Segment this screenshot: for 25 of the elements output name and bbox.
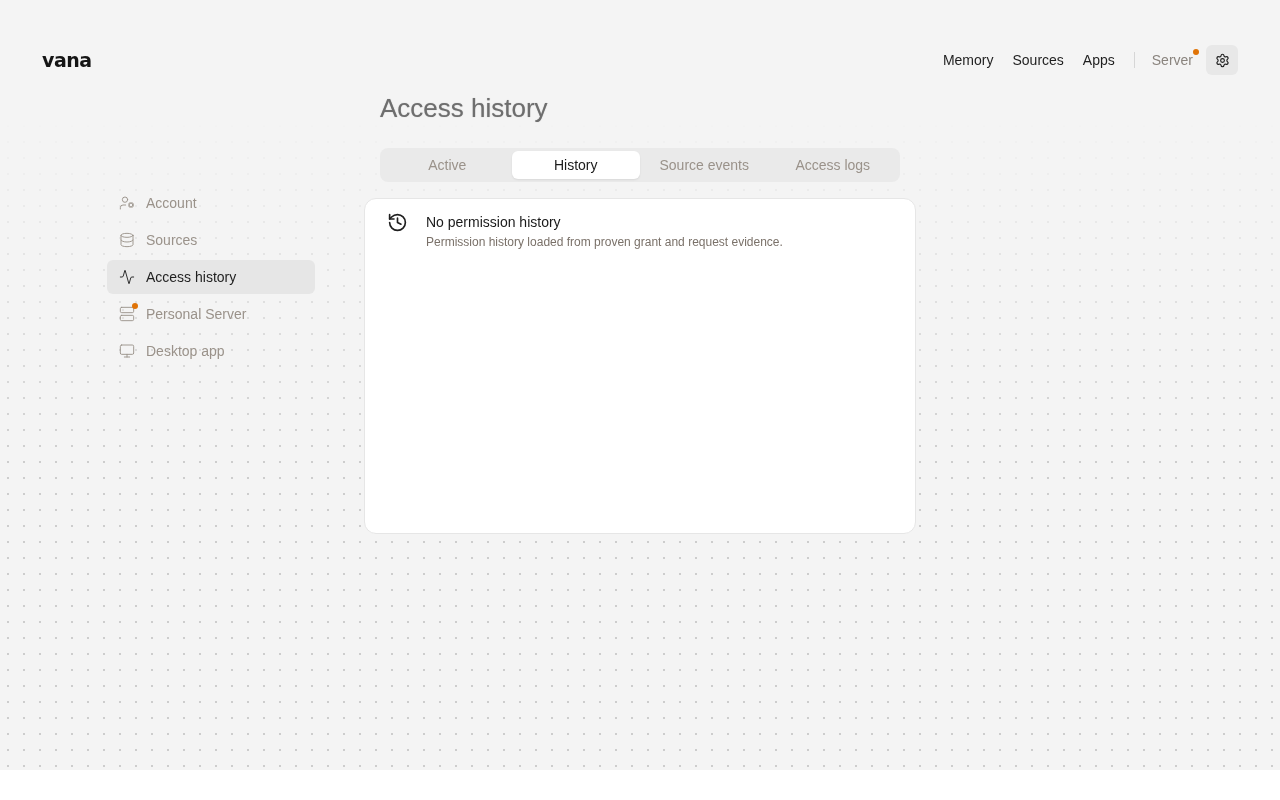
tab[interactable]: Source events xyxy=(640,151,769,179)
sidebar-item[interactable]: Access history xyxy=(107,260,315,294)
nav-link[interactable]: Memory xyxy=(942,50,994,70)
tab[interactable]: Access logs xyxy=(768,151,897,179)
nav-link[interactable]: Server xyxy=(1151,50,1193,70)
pulse-line-icon xyxy=(119,269,135,285)
logo-wordmark[interactable]: vana xyxy=(42,50,92,70)
empty-state-title: No permission history xyxy=(426,213,562,232)
sidebar-item[interactable]: Personal Server xyxy=(107,297,315,331)
server-icon xyxy=(119,306,135,322)
monitor-icon xyxy=(119,343,135,359)
empty-state-description: Permission history loaded from proven grant and request evidence. xyxy=(426,234,783,250)
user-gear-icon xyxy=(119,195,135,211)
sidebar-item[interactable]: Desktop app xyxy=(107,334,315,368)
page-title: Access history xyxy=(379,92,549,124)
database-icon xyxy=(119,232,135,248)
nav-link[interactable]: Apps xyxy=(1082,50,1115,70)
sidebar-item[interactable]: Account xyxy=(107,186,315,220)
history-clock-icon xyxy=(387,212,408,233)
sidebar-item[interactable]: Sources xyxy=(107,223,315,257)
settings-icon xyxy=(1214,52,1230,68)
settings-button[interactable] xyxy=(1206,45,1238,75)
nav-link[interactable]: Sources xyxy=(1012,50,1064,70)
tab[interactable]: History xyxy=(511,151,640,179)
tab[interactable]: Active xyxy=(383,151,512,179)
